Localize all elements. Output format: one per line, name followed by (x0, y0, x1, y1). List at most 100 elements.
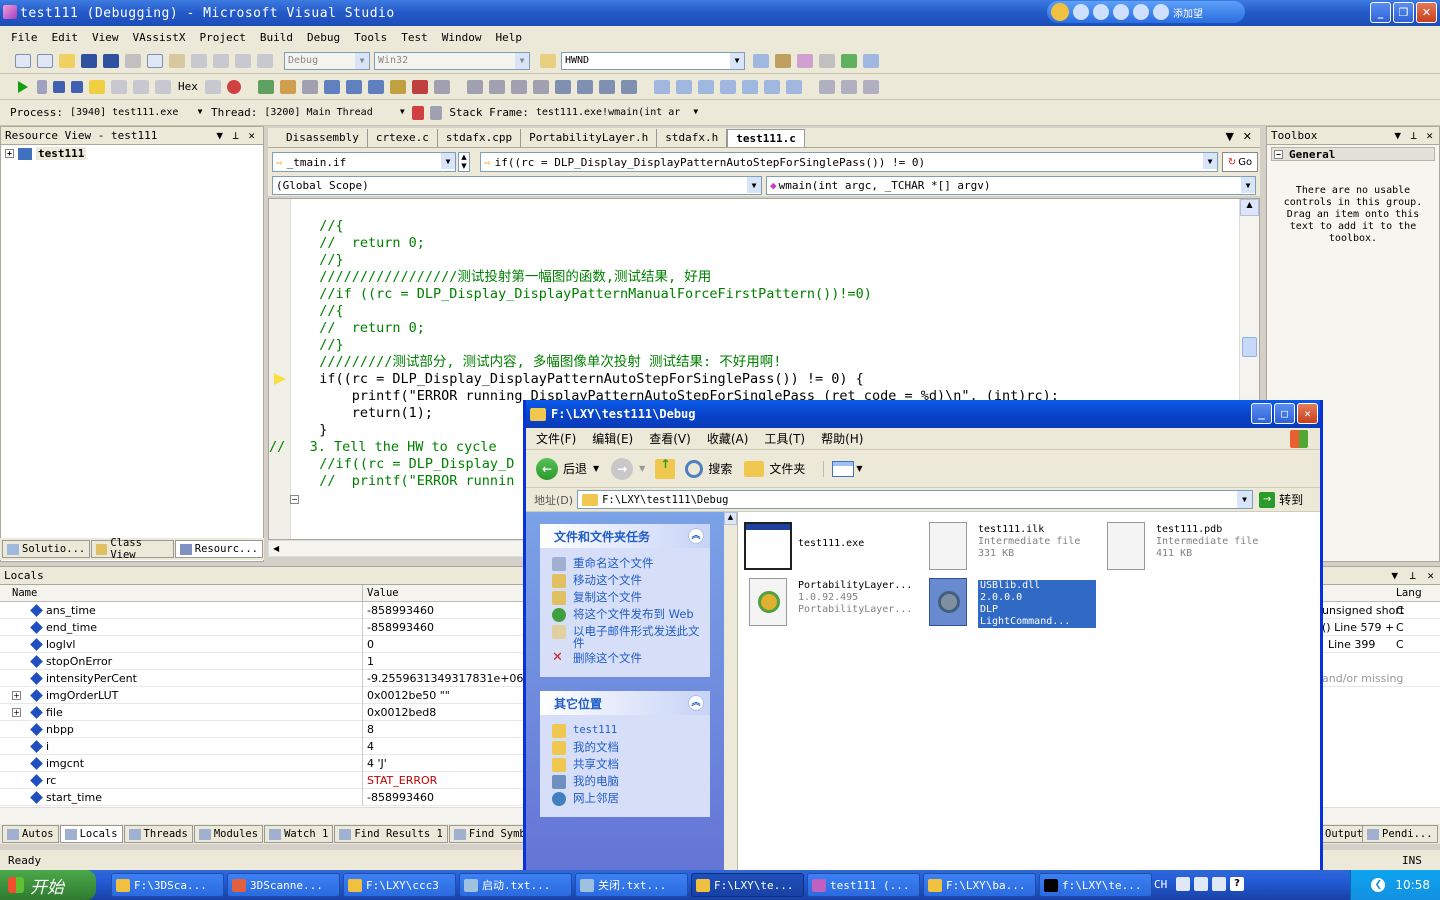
html-edit-icon-5[interactable] (345, 79, 362, 94)
spell-check-icon[interactable] (411, 79, 428, 94)
explorer-menu-view[interactable]: 查看(V) (649, 430, 691, 447)
toolbox-icon[interactable] (819, 53, 835, 68)
outline-collapse-icon[interactable]: − (290, 495, 299, 504)
find-combo[interactable]: HWND ▼ (561, 51, 745, 70)
file-item[interactable]: PortabilityLayer... 1.0.92.495 Portability… (744, 578, 912, 626)
step-out-icon[interactable] (155, 79, 171, 94)
comment-icon[interactable] (598, 79, 615, 94)
uncomment-icon[interactable] (620, 79, 637, 94)
expand-icon[interactable]: + (12, 690, 21, 700)
save-all-icon[interactable] (103, 53, 119, 68)
solution-platform-combo[interactable]: Win32 ▼ (374, 51, 530, 70)
search-button[interactable]: 搜索 (685, 459, 732, 478)
nav-context-combo[interactable]: ⇨ _tmain.if ▼ (272, 152, 456, 172)
tab-watch-1[interactable]: Watch 1 (264, 825, 334, 843)
tab-solution-explorer[interactable]: Solutio... (2, 540, 91, 558)
file-item[interactable]: test111.pdb Intermediate file 411 KB (1102, 522, 1258, 570)
menu-window[interactable]: Window (435, 31, 489, 44)
menu-vassistx[interactable]: VAssistX (126, 31, 193, 44)
solution-explorer-icon[interactable] (753, 53, 769, 68)
folders-button[interactable]: 文件夹 (744, 460, 805, 477)
locals-close-icon[interactable]: ✕ (1427, 569, 1434, 582)
toggle-flag-icon[interactable] (412, 105, 425, 120)
task-copy[interactable]: 复制这个文件 (552, 591, 700, 605)
file-tasks-header[interactable]: 文件和文件夹任务 ︽ (540, 524, 710, 548)
stackframe-combo[interactable]: test111.exe!wmain(int ar ▼ (532, 103, 703, 122)
task-delete[interactable]: ✕ 删除这个文件 (552, 651, 700, 666)
tab-find-results-1[interactable]: Find Results 1 (334, 825, 448, 843)
callstack-row[interactable]: () Line 579 + C (1318, 619, 1440, 636)
nav-go-button[interactable]: ↻ Go (1222, 152, 1258, 172)
explorer-close-button[interactable]: ✕ (1297, 403, 1318, 424)
member-combo[interactable]: ◆ wmain(int argc, _TCHAR *[] argv) ▼ (766, 176, 1256, 195)
open-icon[interactable] (59, 53, 75, 68)
vs-close-button[interactable]: ✕ (1416, 2, 1437, 23)
window-list-icon[interactable] (863, 53, 879, 68)
media-face-icon[interactable] (1051, 3, 1069, 21)
html-edit-icon-3[interactable] (301, 79, 318, 94)
bookmark-icon-4[interactable] (719, 79, 736, 94)
taskbar-item[interactable]: 启动.txt... (459, 873, 572, 897)
redo-icon[interactable] (213, 53, 229, 68)
text-edit-icon-1[interactable] (466, 79, 483, 94)
media-pause-icon[interactable] (1073, 4, 1089, 20)
taskbar-item[interactable]: F:\LXY\ccc3 (343, 873, 456, 897)
taskbar-item[interactable]: 3DScanne... (227, 873, 340, 897)
tab-class-view[interactable]: Class View (91, 537, 174, 561)
nav-forward-icon[interactable] (257, 53, 273, 68)
step-over-icon[interactable] (133, 79, 149, 94)
layout-icon-2[interactable] (840, 79, 857, 94)
task-rename[interactable]: 重命名这个文件 (552, 557, 700, 571)
taskbar-item[interactable]: F:\LXY\ba... (923, 873, 1036, 897)
file-item[interactable]: test111.ilk Intermediate file 331 KB (924, 522, 1080, 570)
step-into-icon[interactable] (111, 79, 127, 94)
expand-icon[interactable]: + (12, 707, 21, 717)
explorer-menu-help[interactable]: 帮助(H) (821, 430, 863, 447)
new-project-icon[interactable] (15, 53, 31, 68)
breakpoints-window-icon[interactable] (226, 79, 241, 94)
copy-icon[interactable] (147, 53, 163, 68)
help-icon[interactable]: ? (1230, 877, 1244, 891)
address-input[interactable]: F:\LXY\test111\Debug ▼ (577, 490, 1254, 509)
properties-icon[interactable] (775, 53, 791, 68)
callstack-row[interactable]: and/or missing (1318, 670, 1440, 687)
doc-tab-disassembly[interactable]: Disassembly (278, 129, 368, 147)
hex-toggle[interactable]: Hex (178, 80, 198, 93)
start-button[interactable]: 开始 (0, 870, 96, 900)
address-go-button[interactable]: → 转到 (1259, 491, 1303, 508)
doc-tab-test111-c[interactable]: test111.c (727, 129, 805, 147)
collapse-chevron-icon[interactable]: ︽ (688, 528, 704, 544)
resource-tree-item[interactable]: test111 (36, 147, 87, 160)
taskbar-item[interactable]: 关闭.txt... (575, 873, 688, 897)
panel-pin-icon[interactable]: ⊥ (232, 129, 239, 142)
solution-config-combo[interactable]: Debug ▼ (284, 51, 370, 70)
text-edit-icon-4[interactable] (532, 79, 549, 94)
doc-tab-crtexe[interactable]: crtexe.c (368, 129, 438, 147)
explorer-menu-edit[interactable]: 编辑(E) (592, 430, 633, 447)
tab-output[interactable]: Output (1320, 825, 1368, 843)
menu-file[interactable]: File (4, 31, 45, 44)
text-edit-icon-2[interactable] (488, 79, 505, 94)
media-prev-icon[interactable] (1113, 4, 1129, 20)
place-test111[interactable]: test111 (552, 724, 700, 738)
indent-icon[interactable] (554, 79, 571, 94)
explorer-menu-file[interactable]: 文件(F) (536, 430, 576, 447)
stop-debugging-icon[interactable] (53, 80, 65, 93)
tree-expand-icon[interactable]: + (5, 149, 14, 158)
place-network[interactable]: 网上邻居 (552, 792, 700, 806)
doc-close-icon[interactable]: ✕ (1243, 130, 1252, 143)
tab-autos[interactable]: Autos (2, 825, 59, 843)
file-item-selected[interactable]: USBlib.dll 2.0.0.0 DLP LightCommand... (924, 578, 1096, 628)
doc-tabs-dropdown-icon[interactable]: ▼ (1226, 130, 1234, 143)
locals-header-name[interactable]: Name (0, 585, 363, 601)
language-indicator[interactable]: CH (1154, 878, 1167, 891)
doc-tab-portabilitylayer[interactable]: PortabilityLayer.h (521, 129, 658, 147)
taskbar-item-active[interactable]: F:\LXY\te... (691, 873, 804, 897)
paste-icon[interactable] (169, 53, 185, 68)
clock[interactable]: 10:58 (1395, 878, 1430, 892)
bookmark-icon-5[interactable] (741, 79, 758, 94)
bookmark-icon-7[interactable] (785, 79, 802, 94)
html-edit-icon-2[interactable] (279, 79, 296, 94)
menu-edit[interactable]: Edit (45, 31, 86, 44)
scope-combo[interactable]: (Global Scope) ▼ (272, 176, 762, 195)
